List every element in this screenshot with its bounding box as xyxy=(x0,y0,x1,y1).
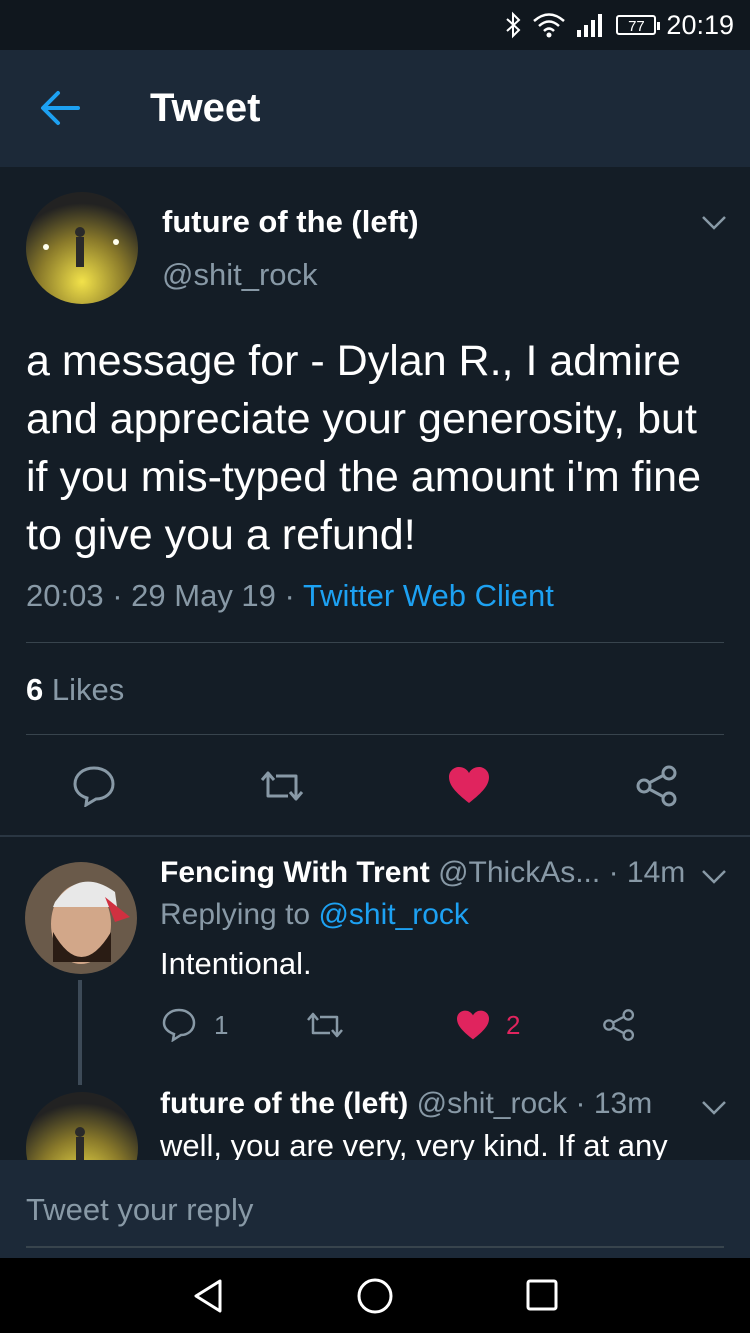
likes-number: 6 xyxy=(26,672,44,707)
likes-label: Likes xyxy=(51,672,125,707)
reply-author-name[interactable]: Fencing With Trent xyxy=(160,856,430,889)
nav-back-icon[interactable] xyxy=(192,1278,224,1314)
meta-separator: · xyxy=(575,1087,586,1120)
retweet-icon[interactable] xyxy=(305,1010,345,1040)
like-heart-icon[interactable] xyxy=(447,765,491,805)
author-handle[interactable]: @shit_rock xyxy=(162,257,318,293)
wifi-icon xyxy=(533,13,566,38)
battery-indicator: 77 xyxy=(616,15,661,35)
reply-icon[interactable] xyxy=(72,765,116,807)
reply-author-handle[interactable]: @shit_rock xyxy=(417,1087,568,1120)
like-heart-icon[interactable] xyxy=(455,1009,491,1041)
reply-header: future of the (left) @shit_rock · 13m xyxy=(160,1087,652,1121)
reply-composer[interactable]: Tweet your reply xyxy=(0,1160,750,1258)
app-header: Tweet xyxy=(0,50,750,167)
nav-home-icon[interactable] xyxy=(356,1277,394,1315)
author-name[interactable]: future of the (left) xyxy=(162,204,419,240)
back-arrow-icon[interactable] xyxy=(38,88,82,128)
avatar[interactable] xyxy=(26,192,138,304)
clock: 20:19 xyxy=(666,9,734,40)
section-divider xyxy=(0,835,750,837)
avatar[interactable] xyxy=(25,862,137,974)
share-icon[interactable] xyxy=(602,1008,636,1042)
tweet-text: a message for - Dylan R., I admire and a… xyxy=(26,337,702,559)
reply-author-handle[interactable]: @ThickAs... xyxy=(438,856,600,889)
divider xyxy=(26,734,724,735)
reply-age: 13m xyxy=(593,1087,653,1120)
system-nav-bar xyxy=(0,1258,750,1333)
replying-to: Replying to @shit_rock xyxy=(160,898,469,932)
replying-to-handle[interactable]: @shit_rock xyxy=(318,898,469,931)
reply-age: 14m xyxy=(626,856,686,889)
tweet-date: 29 May 19 xyxy=(131,578,276,613)
chevron-down-icon[interactable] xyxy=(701,869,727,885)
replying-to-label: Replying to xyxy=(160,898,311,931)
page-title: Tweet xyxy=(150,86,261,130)
nav-recents-icon[interactable] xyxy=(525,1278,559,1312)
tweet-client-link[interactable]: Twitter Web Client xyxy=(303,578,554,613)
chevron-down-icon[interactable] xyxy=(701,1100,727,1116)
status-bar: 77 20:19 xyxy=(0,0,750,50)
reply-icon[interactable] xyxy=(162,1008,196,1042)
signal-icon xyxy=(577,14,603,37)
bluetooth-icon xyxy=(506,11,521,39)
reply-input-underline xyxy=(26,1246,724,1248)
likes-count[interactable]: 6 Likes xyxy=(26,672,124,708)
reply-author-name[interactable]: future of the (left) xyxy=(160,1087,408,1120)
meta-separator: · xyxy=(112,578,123,613)
like-count: 2 xyxy=(506,1010,521,1040)
thread-connector-line xyxy=(78,980,82,1085)
reply-header: Fencing With Trent @ThickAs... · 14m xyxy=(160,856,685,890)
retweet-icon[interactable] xyxy=(258,768,306,804)
meta-separator: · xyxy=(608,856,619,889)
tweet-time: 20:03 xyxy=(26,578,104,613)
reply-text: Intentional. xyxy=(160,946,312,981)
meta-separator: · xyxy=(284,578,295,613)
divider xyxy=(26,642,724,643)
reply-text: well, you are very, very kind. If at any xyxy=(160,1128,668,1163)
chevron-down-icon[interactable] xyxy=(701,215,727,231)
reply-input[interactable]: Tweet your reply xyxy=(26,1192,253,1228)
tweet-meta: 20:03 · 29 May 19 · Twitter Web Client xyxy=(26,578,554,614)
reply-count: 1 xyxy=(214,1010,229,1040)
share-icon[interactable] xyxy=(635,765,679,807)
